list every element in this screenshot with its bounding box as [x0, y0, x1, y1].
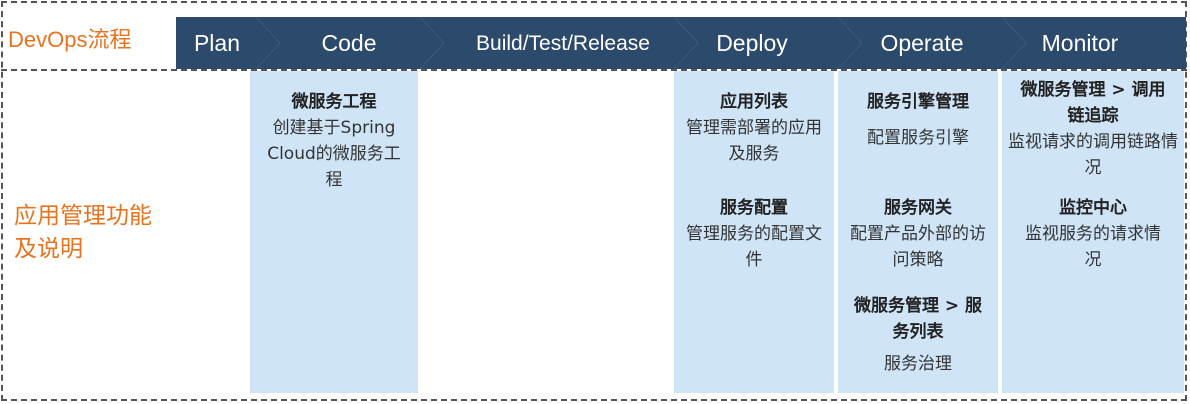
monitor-item-title: 微服务管理 > 调用链追踪 [1020, 80, 1166, 126]
stage-build-label: Build/Test/Release [476, 32, 650, 55]
operate-item-desc: 服务治理 [884, 354, 952, 374]
operate-item: 微服务管理 > 服务列表 服务治理 [838, 293, 998, 377]
stage-monitor-label: Monitor [1042, 30, 1119, 56]
pipeline-stages: Plan Code Build/Test/Release Deploy Oper… [176, 17, 1186, 69]
deploy-item-desc: 管理服务的配置文件 [686, 224, 822, 270]
deploy-item-title: 服务配置 [720, 198, 788, 218]
operate-item: 服务引擎管理 配置服务引擎 [838, 89, 998, 151]
code-column: 微服务工程 创建基于Spring Cloud的微服务工程 [250, 71, 418, 393]
monitor-item: 监控中心 监视服务的请求情况 [1002, 195, 1184, 273]
deploy-column: 应用列表 管理需部署的应用及服务 服务配置 管理服务的配置文件 [674, 71, 834, 393]
app-mgmt-row-label: 应用管理功能及说明 [14, 203, 152, 262]
operate-item-title: 服务引擎管理 [867, 92, 969, 112]
deploy-item: 服务配置 管理服务的配置文件 [674, 195, 834, 273]
deploy-item-desc: 管理需部署的应用及服务 [686, 118, 822, 164]
operate-item-title: 微服务管理 > 服务列表 [853, 296, 983, 342]
stage-code-label: Code [322, 30, 377, 56]
monitor-item: 微服务管理 > 调用链追踪 监视请求的调用链路情况 [1002, 77, 1184, 181]
operate-item: 服务网关 配置产品外部的访问策略 [838, 195, 998, 273]
deploy-item: 应用列表 管理需部署的应用及服务 [674, 89, 834, 167]
monitor-item-title: 监控中心 [1059, 198, 1127, 218]
operate-column: 服务引擎管理 配置服务引擎 服务网关 配置产品外部的访问策略 微服务管理 > 服… [838, 71, 998, 393]
code-item-title: 微服务工程 [291, 92, 377, 112]
stage-deploy-label: Deploy [716, 30, 788, 56]
stage-operate-label: Operate [880, 30, 963, 56]
operate-item-desc: 配置产品外部的访问策略 [850, 224, 986, 270]
code-item-desc: 创建基于Spring Cloud的微服务工程 [267, 118, 401, 190]
monitor-item-desc: 监视服务的请求情况 [1025, 224, 1161, 270]
code-item: 微服务工程 创建基于Spring Cloud的微服务工程 [250, 89, 418, 193]
monitor-column: 微服务管理 > 调用链追踪 监视请求的调用链路情况 监控中心 监视服务的请求情况 [1002, 71, 1184, 393]
operate-item-title: 服务网关 [884, 198, 952, 218]
deploy-item-title: 应用列表 [720, 92, 788, 112]
operate-item-desc: 配置服务引擎 [867, 128, 969, 148]
stage-plan-label: Plan [194, 30, 240, 56]
monitor-item-desc: 监视请求的调用链路情况 [1008, 132, 1178, 178]
